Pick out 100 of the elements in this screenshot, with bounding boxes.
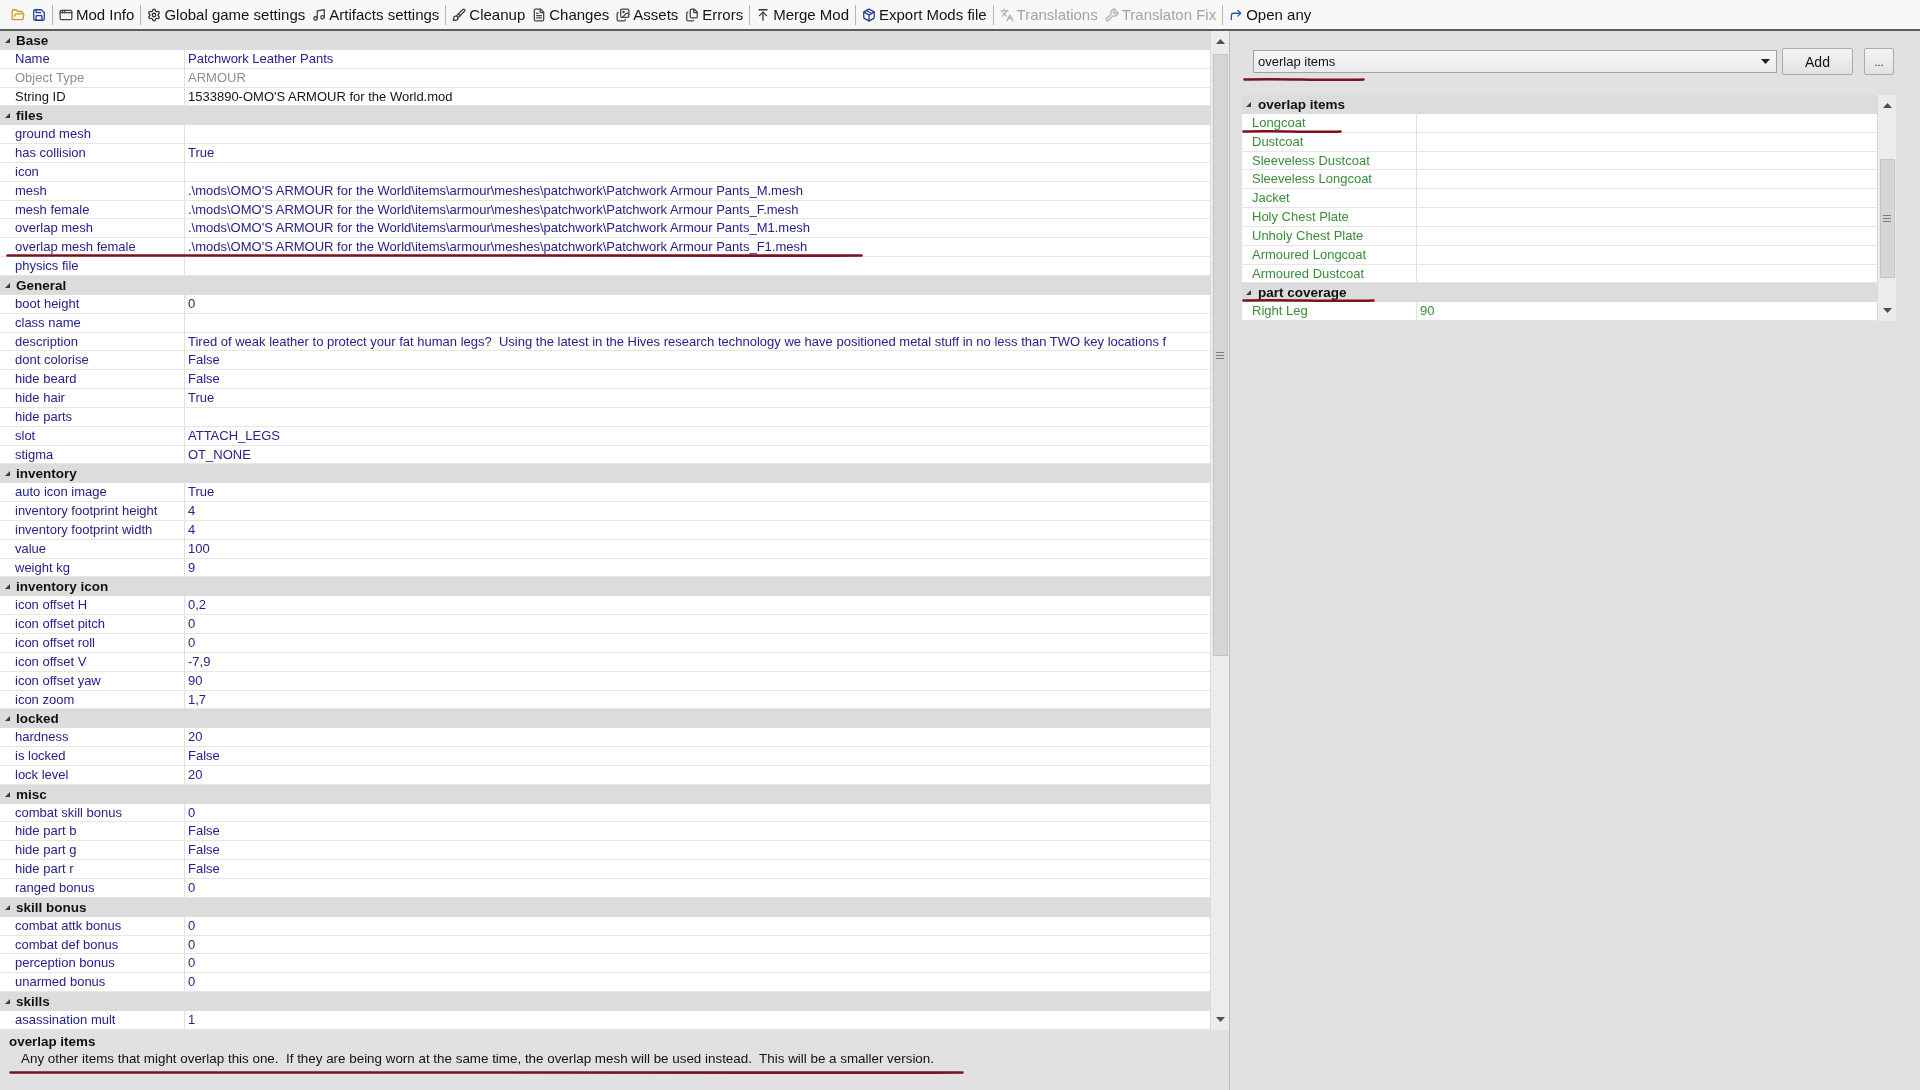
property-name: Right Leg [1249, 302, 1417, 321]
package-icon [862, 7, 876, 22]
expanded-triangle-icon[interactable] [5, 37, 10, 43]
value-field[interactable]: 0 [185, 878, 1210, 897]
translate-icon [999, 7, 1014, 22]
value-field[interactable]: 4 [185, 520, 1210, 539]
expanded-triangle-icon[interactable] [5, 282, 10, 288]
value-field[interactable]: False [185, 841, 1210, 860]
curved-arrow-icon [1229, 7, 1244, 22]
value-field[interactable]: .\mods\OMO'S ARMOUR for the World\items\armour\meshes\patchwork\Patchwork Armour Pants_F1.mesh [185, 238, 1210, 257]
scroll-up-arrow-icon[interactable] [1882, 103, 1892, 108]
value-field[interactable]: 9 [185, 558, 1210, 577]
value-field[interactable]: 1533890-OMO'S ARMOUR for the World.mod [185, 87, 1210, 106]
value-field[interactable]: 0 [185, 803, 1210, 822]
value-field[interactable]: 20 [185, 765, 1210, 784]
property-name: Longcoat [1249, 113, 1417, 132]
value-field[interactable]: 20 [185, 728, 1210, 747]
toolbar-button[interactable]: Export Mods file [859, 1, 990, 28]
value-field[interactable]: OT_NONE [185, 445, 1210, 464]
value-field[interactable]: 1 [185, 1010, 1210, 1029]
scroll-up-arrow-icon[interactable] [1215, 39, 1225, 44]
expanded-triangle-icon[interactable] [5, 471, 10, 477]
property-name: Sleeveless Longcoat [1249, 170, 1417, 189]
scrollbar[interactable] [1877, 95, 1896, 321]
value-field[interactable]: Tired of weak leather to protect your fat human legs? Using the latest in the Hives research technology we have positioned metal stuff in no less than TWO key locations f [185, 332, 1210, 351]
scrollbar[interactable] [1210, 31, 1229, 1030]
value-field[interactable]: False [185, 370, 1210, 389]
property-name: hide beard [12, 370, 185, 389]
property-name: perception bonus [12, 954, 185, 973]
value-field[interactable]: 90 [1417, 302, 1877, 321]
expanded-triangle-icon[interactable] [5, 113, 10, 119]
property-name: weight kg [12, 558, 185, 577]
value-field[interactable]: 1,7 [185, 690, 1210, 709]
category-label: overlap items [1258, 96, 1346, 112]
value-field[interactable]: 0,2 [185, 596, 1210, 615]
category-label: locked [16, 711, 59, 727]
wrench-icon [1104, 7, 1119, 22]
scroll-down-arrow-icon[interactable] [1882, 308, 1892, 313]
toolbar-button[interactable]: Assets [613, 1, 682, 28]
expanded-triangle-icon[interactable] [1246, 101, 1251, 107]
value-field[interactable]: False [185, 747, 1210, 765]
property-name: ground mesh [12, 125, 185, 144]
property-name: stigma [12, 445, 185, 464]
value-field[interactable]: False [185, 351, 1210, 370]
more-button[interactable]: ... [1864, 48, 1894, 75]
category-label: Base [16, 32, 49, 48]
expanded-triangle-icon[interactable] [5, 584, 10, 590]
property-name: Unholy Chest Plate [1249, 226, 1417, 245]
expanded-triangle-icon[interactable] [5, 904, 10, 910]
value-field[interactable]: 0 [185, 615, 1210, 633]
property-name: boot height [12, 294, 185, 313]
property-name: hardness [12, 728, 185, 747]
value-field[interactable]: False [185, 822, 1210, 841]
toolbar-button[interactable]: Global game settings [144, 1, 309, 28]
value-field[interactable]: 0 [185, 973, 1210, 992]
value-field[interactable]: 0 [185, 634, 1210, 652]
property-name: Jacket [1249, 189, 1417, 208]
property-name: slot [12, 426, 185, 445]
list-dropdown[interactable]: overlap items [1253, 50, 1777, 73]
value-field[interactable]: 0 [185, 935, 1210, 954]
toolbar-button[interactable]: Cleanup [449, 1, 529, 28]
value-field[interactable]: -7,9 [185, 652, 1210, 671]
value-field[interactable]: 100 [185, 539, 1210, 558]
category-label: skills [16, 993, 50, 1009]
expanded-triangle-icon[interactable] [5, 716, 10, 722]
add-button[interactable]: Add [1782, 48, 1853, 75]
value-field[interactable]: Patchwork Leather Pants [185, 49, 1210, 68]
value-field[interactable]: .\mods\OMO'S ARMOUR for the World\items\armour\meshes\patchwork\Patchwork Armour Pants_M.mesh [185, 181, 1210, 200]
category-label: misc [16, 786, 47, 802]
value-field[interactable]: ATTACH_LEGS [185, 426, 1210, 445]
expanded-triangle-icon[interactable] [5, 998, 10, 1004]
value-field[interactable]: 90 [185, 671, 1210, 690]
scrollbar-thumb[interactable] [1212, 54, 1228, 656]
grip-lines-icon [1883, 215, 1891, 222]
scroll-down-arrow-icon[interactable] [1215, 1017, 1225, 1022]
toolbar-button[interactable]: Errors [682, 1, 747, 28]
value-field[interactable]: .\mods\OMO'S ARMOUR for the World\items\armour\meshes\patchwork\Patchwork Armour Pants_F.mesh [185, 200, 1210, 219]
toolbar-button[interactable]: Merge Mod [753, 1, 852, 28]
value-field[interactable]: .\mods\OMO'S ARMOUR for the World\items\armour\meshes\patchwork\Patchwork Armour Pants_M1.mesh [185, 219, 1210, 238]
category-label: part coverage [1258, 285, 1347, 301]
value-field[interactable]: False [185, 860, 1210, 878]
toolbar-button[interactable]: Artifacts settings [309, 1, 443, 28]
property-name: class name [12, 313, 185, 332]
value-field[interactable]: 0 [185, 294, 1210, 313]
scrollbar-thumb[interactable] [1879, 159, 1895, 278]
value-field[interactable]: True [185, 483, 1210, 502]
value-field[interactable]: 0 [185, 916, 1210, 935]
toolbar-button[interactable]: Changes [529, 1, 613, 28]
property-name: hide part b [12, 822, 185, 841]
value-field[interactable]: True [185, 389, 1210, 407]
toolbar-button[interactable]: Open any [1226, 1, 1315, 28]
value-field[interactable]: 0 [185, 954, 1210, 973]
expanded-triangle-icon[interactable] [1246, 290, 1251, 296]
expanded-triangle-icon[interactable] [5, 791, 10, 797]
property-name: mesh [12, 181, 185, 200]
value-field[interactable]: True [185, 144, 1210, 162]
value-field[interactable]: 4 [185, 502, 1210, 520]
category-label: files [16, 108, 43, 124]
property-name: Dustcoat [1249, 132, 1417, 151]
toolbar-button[interactable]: Mod Info [56, 1, 138, 28]
